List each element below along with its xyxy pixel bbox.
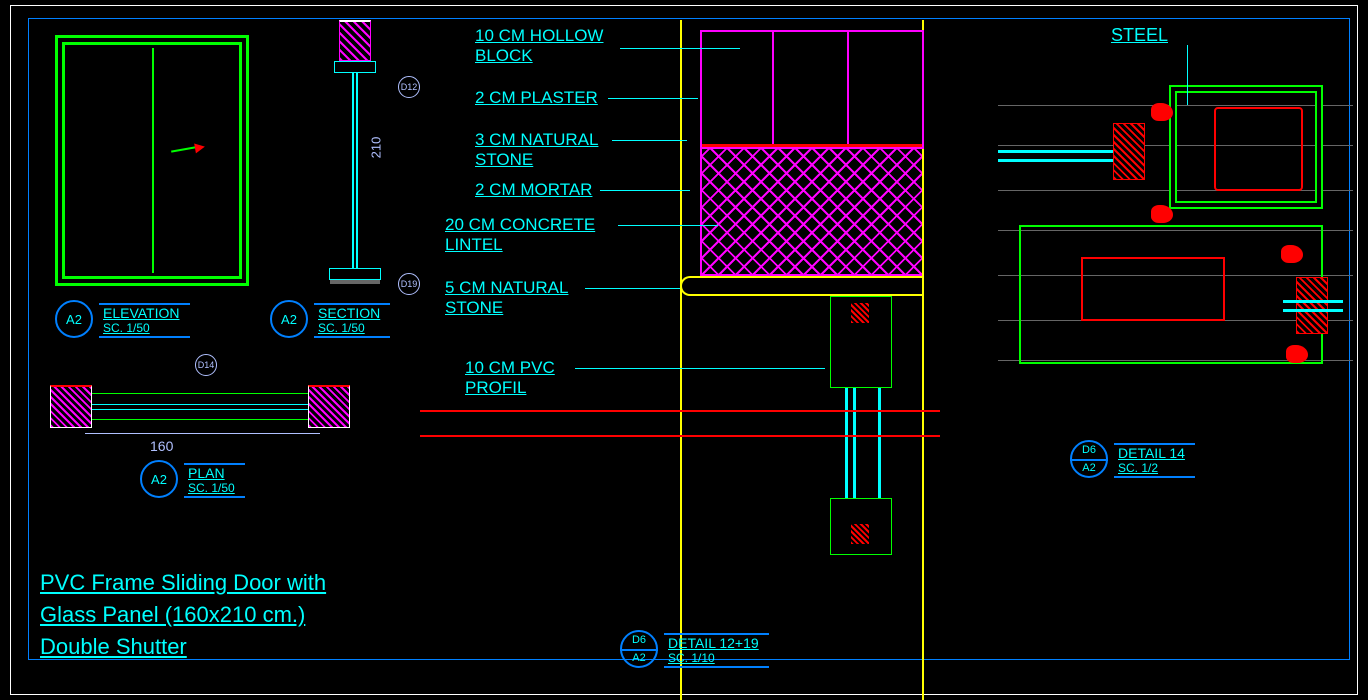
tag-plan: A2 PLAN SC. 1/50 [140,460,245,498]
leader-line [612,140,687,141]
label-steel: STEEL [1111,25,1168,46]
glass-section-2 [1283,300,1343,312]
bubble-icon: D6 A2 [1070,440,1108,478]
leader-line [600,190,690,191]
frame-sill [329,268,381,280]
wall-right [308,385,350,428]
leader-line [585,288,680,289]
glass-line [352,73,358,268]
leader-steel [1187,45,1188,105]
detail-callout-d14: D14 [195,354,217,376]
plan-drawing [50,385,350,425]
label-plaster: 2 CM PLASTER [475,88,598,108]
view-scale: SC. 1/50 [318,322,380,335]
dimension-height: 210 [368,137,383,159]
gasket-icon [1151,205,1173,223]
label-natural-stone-3: 3 CM NATURAL STONE [475,130,598,169]
pvc-sill-profile [830,498,892,555]
gasket-icon [1151,103,1173,121]
sheet-ref: A2 [1082,462,1095,474]
plaster-line-left [680,20,682,700]
view-name: PLAN [188,466,235,481]
elevation-drawing [55,35,249,286]
tag-elevation: A2 ELEVATION SC. 1/50 [55,300,190,338]
label-hollow-block: 10 CM HOLLOW BLOCK [475,26,603,65]
tag-detail12: D6 A2 DETAIL 12+19 SC. 1/10 [620,630,769,668]
tag-detail14: D6 A2 DETAIL 14 SC. 1/2 [1070,440,1195,478]
pvc-profile-outer [1169,85,1323,209]
detail-callout-d19: D19 [398,273,420,295]
steel-reinforcement [1214,107,1303,191]
detail-callout-d12: D12 [398,76,420,98]
sheet-ref: A2 [66,312,82,327]
leader-line [608,98,698,99]
floor-line [330,280,380,284]
bubble-icon: A2 [140,460,178,498]
wall-hatch [339,20,371,61]
glazing-unit [1113,123,1145,180]
label-pvc-profile: 10 CM PVC PROFIL [465,358,555,397]
floor-line-a [420,410,940,412]
concrete-lintel [700,149,924,276]
swing-arrow-icon [171,146,201,153]
floor-line-b [420,435,940,437]
view-scale: SC. 1/50 [103,322,180,335]
detail-ref: D6 [632,634,646,646]
view-name: DETAIL 12+19 [668,636,759,651]
gasket-icon [1286,345,1308,363]
bubble-icon: A2 [270,300,308,338]
head-section-detail [700,30,920,500]
detail-ref: D6 [1082,444,1096,456]
label-mortar: 2 CM MORTAR [475,180,592,200]
leader-line [575,368,825,369]
view-scale: SC. 1/2 [1118,462,1185,475]
detail-14-drawing [1003,55,1333,415]
view-name: DETAIL 14 [1118,446,1185,461]
sheet-ref: A2 [151,472,167,487]
stone-sill [680,276,922,296]
tag-section: A2 SECTION SC. 1/50 [270,300,390,338]
steel-reinforcement [1081,257,1225,321]
view-name: ELEVATION [103,306,180,321]
label-natural-stone-5: 5 CM NATURAL STONE [445,278,568,317]
bubble-icon: A2 [55,300,93,338]
view-name: SECTION [318,306,380,321]
sheet-ref: A2 [632,652,645,664]
glazing [845,388,881,498]
view-scale: SC. 1/50 [188,482,235,495]
pvc-profile-sash [1019,225,1323,364]
wall-left [50,385,92,428]
steel-insert [851,524,869,544]
bubble-icon: D6 A2 [620,630,658,668]
pvc-head-profile [830,296,892,388]
dimension-width: 160 [150,438,173,454]
gasket-icon [1281,245,1303,263]
frame-head [334,61,376,73]
leader-line [620,48,740,49]
sheet-ref: A2 [281,312,297,327]
dim-line-width [85,433,320,434]
leader-line [618,225,718,226]
drawing-title-3: Double Shutter [40,634,187,660]
label-concrete-lintel: 20 CM CONCRETE LINTEL [445,215,595,254]
steel-insert [851,303,869,323]
drawing-title-1: PVC Frame Sliding Door with [40,570,326,596]
drawing-title-2: Glass Panel (160x210 cm.) [40,602,305,628]
view-scale: SC. 1/10 [668,652,759,665]
door-opening [92,393,308,420]
